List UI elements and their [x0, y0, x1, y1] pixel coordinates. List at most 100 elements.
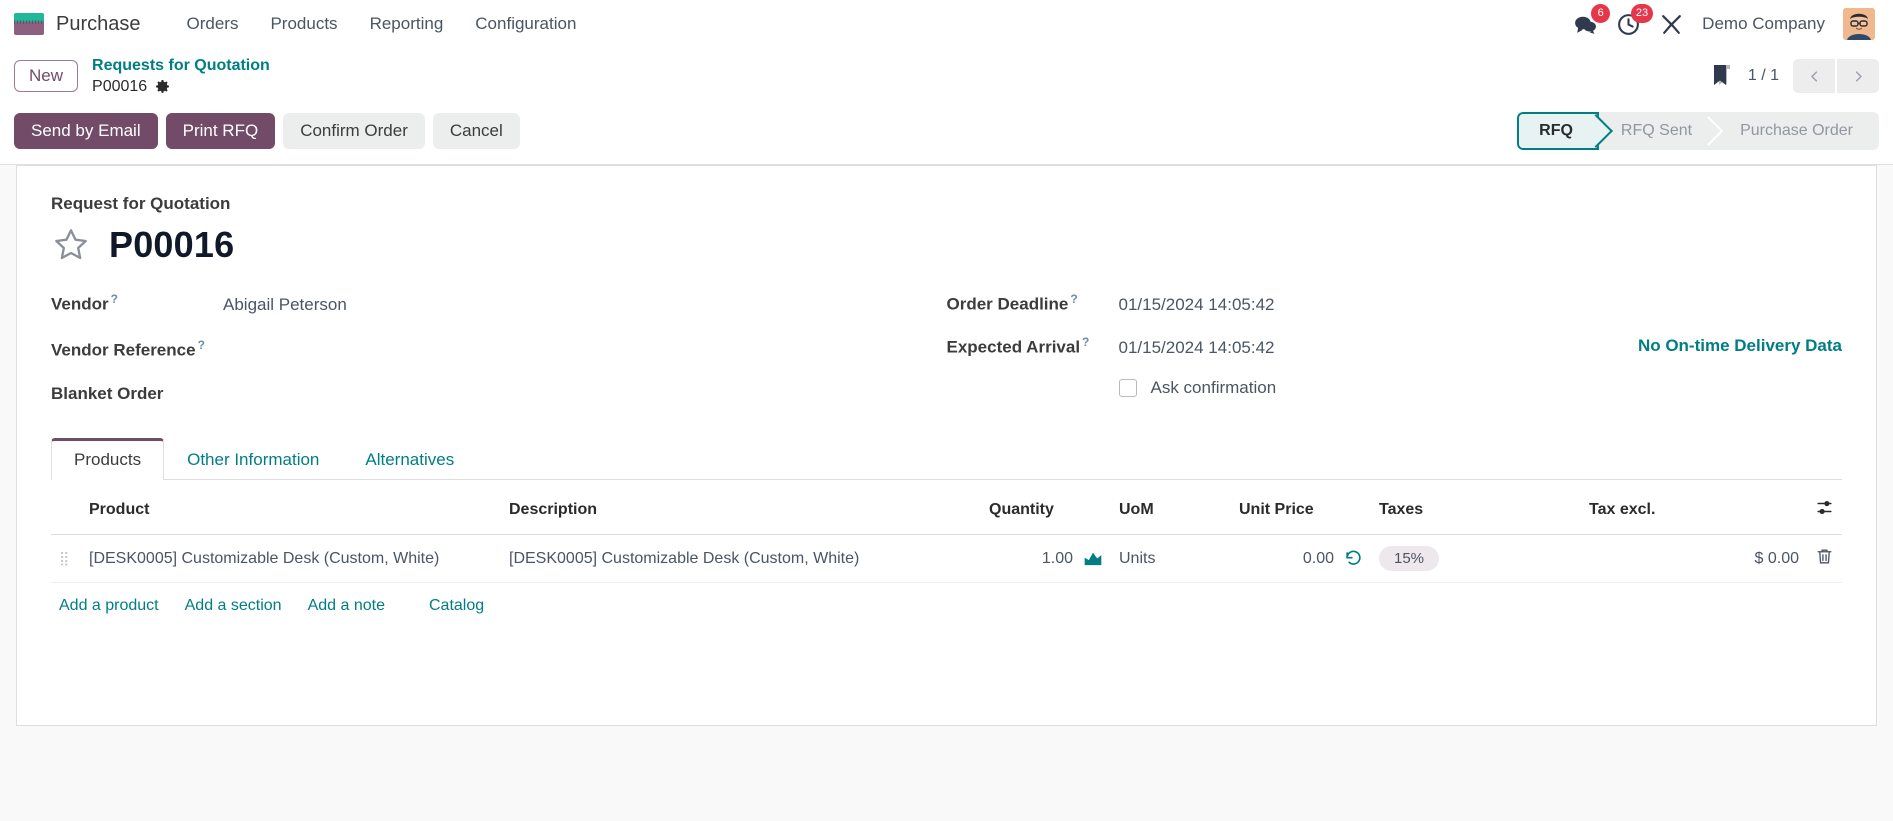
bookmark-icon[interactable]	[1710, 63, 1734, 89]
purchase-history-icon[interactable]	[1344, 549, 1363, 568]
quantity-wrapper: 1.00	[989, 550, 1103, 568]
pager-previous-button[interactable]	[1793, 59, 1835, 94]
form-columns: Vendor? Abigail Peterson Vendor Referenc…	[51, 292, 1842, 423]
vendor-reference-help-icon[interactable]: ?	[198, 338, 205, 352]
status-step-rfq-sent[interactable]: RFQ Sent	[1599, 112, 1718, 150]
cell-taxes: 15%	[1371, 534, 1581, 584]
bookmark-glyph	[1713, 65, 1730, 86]
control-panel-right-tools: 1 / 1	[1710, 59, 1879, 94]
catalog-link[interactable]: Catalog	[429, 597, 484, 615]
form-column-left: Vendor? Abigail Peterson Vendor Referenc…	[51, 292, 947, 423]
add-a-note-link[interactable]: Add a note	[308, 597, 385, 615]
confirm-order-button[interactable]: Confirm Order	[283, 113, 425, 150]
column-header-tax-excl[interactable]: Tax excl.	[1581, 488, 1807, 536]
field-vendor-reference: Vendor Reference?	[51, 335, 947, 360]
cell-row-actions	[1807, 534, 1842, 584]
company-switcher[interactable]: Demo Company	[1702, 14, 1825, 34]
field-expected-arrival-value[interactable]: 01/15/2024 14:05:42	[1119, 338, 1275, 358]
cell-description[interactable]: [DESK0005] Customizable Desk (Custom, Wh…	[501, 534, 981, 584]
chevron-right-icon	[1855, 71, 1862, 82]
on-time-delivery-status[interactable]: No On-time Delivery Data	[1638, 336, 1842, 356]
unit-price-value[interactable]: 0.00	[1303, 550, 1334, 568]
activities-menu[interactable]: 23	[1616, 3, 1654, 37]
add-a-product-link[interactable]: Add a product	[59, 597, 159, 615]
field-order-deadline: Order Deadline? 01/15/2024 14:05:42	[947, 292, 1843, 316]
field-vendor-label: Vendor?	[51, 292, 223, 315]
column-header-uom[interactable]: UoM	[1111, 488, 1231, 536]
cell-uom[interactable]: Units	[1111, 534, 1231, 584]
column-options-button[interactable]	[1807, 488, 1842, 536]
field-vendor-label-text: Vendor	[51, 295, 109, 315]
status-bar: RFQ RFQ Sent Purchase Order	[1517, 112, 1879, 151]
unit-price-wrapper: 0.00	[1239, 549, 1363, 568]
user-avatar[interactable]	[1843, 8, 1875, 40]
forecast-chart-icon[interactable]	[1083, 550, 1103, 567]
ask-confirmation-label[interactable]: Ask confirmation	[1151, 378, 1277, 398]
messages-menu[interactable]: 6	[1573, 3, 1611, 37]
sliders-glyph	[1817, 501, 1832, 515]
column-header-unit-price[interactable]: Unit Price	[1231, 488, 1371, 536]
status-step-rfq[interactable]: RFQ	[1517, 112, 1599, 151]
cell-tax-excl: $ 0.00	[1581, 534, 1807, 584]
tab-other-information[interactable]: Other Information	[164, 438, 342, 480]
menu-item-orders[interactable]: Orders	[171, 8, 255, 40]
ask-confirmation-checkbox[interactable]	[1118, 379, 1137, 398]
new-record-button[interactable]: New	[14, 60, 79, 93]
cancel-button[interactable]: Cancel	[432, 113, 520, 150]
breadcrumb-parent-link[interactable]: Requests for Quotation	[92, 56, 270, 75]
delete-row-icon[interactable]	[1815, 547, 1834, 566]
expected-arrival-help-icon[interactable]: ?	[1082, 335, 1089, 349]
drag-handle-icon[interactable]: ⣿	[59, 550, 70, 566]
table-settings-icon	[1815, 498, 1834, 517]
status-step-purchase-order[interactable]: Purchase Order	[1718, 112, 1879, 150]
quantity-value[interactable]: 1.00	[1042, 550, 1073, 568]
app-brand-name[interactable]: Purchase	[56, 13, 141, 36]
control-panel-breadcrumb-row: New Requests for Quotation P00016 1 / 1	[0, 48, 1893, 107]
activities-count-badge: 23	[1630, 3, 1654, 23]
add-a-section-link[interactable]: Add a section	[185, 597, 282, 615]
notebook-tabs: Products Other Information Alternatives	[51, 437, 1842, 481]
print-rfq-button[interactable]: Print RFQ	[165, 113, 276, 150]
vendor-help-icon[interactable]: ?	[111, 292, 118, 306]
pager-next-button[interactable]	[1837, 59, 1879, 94]
favorite-star-icon[interactable]	[51, 225, 91, 265]
developer-tools-menu[interactable]	[1659, 12, 1684, 37]
add-line-links-row: Add a product Add a section Add a note C…	[51, 583, 1842, 621]
messages-count-badge: 6	[1591, 3, 1611, 23]
tab-alternatives[interactable]: Alternatives	[342, 438, 477, 480]
top-navbar: Purchase Orders Products Reporting Confi…	[0, 0, 1893, 48]
field-expected-arrival-label-text: Expected Arrival	[946, 338, 1081, 358]
form-title-row: P00016	[51, 224, 1842, 266]
column-header-quantity[interactable]: Quantity	[981, 488, 1111, 536]
avatar-image-icon	[1843, 8, 1875, 40]
field-vendor-reference-value[interactable]	[223, 335, 423, 355]
field-blanket-order-value[interactable]	[223, 379, 423, 399]
control-panel-action-row: Send by Email Print RFQ Confirm Order Ca…	[0, 106, 1893, 166]
column-header-product[interactable]: Product	[81, 488, 501, 536]
field-vendor-value[interactable]: Abigail Peterson	[223, 295, 347, 315]
table-row[interactable]: ⣿ [DESK0005] Customizable Desk (Custom, …	[51, 534, 1842, 584]
field-order-deadline-label-text: Order Deadline	[946, 295, 1069, 315]
tax-badge[interactable]: 15%	[1379, 546, 1440, 572]
gear-glyph	[156, 80, 170, 94]
gear-icon[interactable]	[155, 79, 170, 94]
field-expected-arrival-label: Expected Arrival?	[947, 335, 1119, 358]
field-order-deadline-value[interactable]: 01/15/2024 14:05:42	[1119, 295, 1275, 315]
star-glyph	[55, 229, 87, 260]
column-header-taxes[interactable]: Taxes	[1371, 488, 1581, 536]
menu-item-configuration[interactable]: Configuration	[459, 8, 592, 40]
wrench-screwdriver-icon	[1662, 14, 1682, 34]
cell-product[interactable]: [DESK0005] Customizable Desk (Custom, Wh…	[81, 534, 501, 584]
column-header-description[interactable]: Description	[501, 488, 981, 536]
navbar-systray: 6 23 Demo Company	[1573, 3, 1879, 40]
menu-item-reporting[interactable]: Reporting	[354, 8, 460, 40]
order-deadline-help-icon[interactable]: ?	[1070, 292, 1077, 306]
send-by-email-button[interactable]: Send by Email	[14, 113, 158, 150]
pager-buttons	[1793, 59, 1879, 94]
tab-products[interactable]: Products	[51, 438, 165, 481]
form-sheet: Request for Quotation P00016 Vendor? Abi…	[16, 165, 1877, 727]
pager-value[interactable]: 1 / 1	[1748, 67, 1779, 85]
form-sheet-background: Request for Quotation P00016 Vendor? Abi…	[0, 165, 1893, 727]
field-vendor-reference-label-text: Vendor Reference	[51, 340, 196, 360]
menu-item-products[interactable]: Products	[254, 8, 353, 40]
